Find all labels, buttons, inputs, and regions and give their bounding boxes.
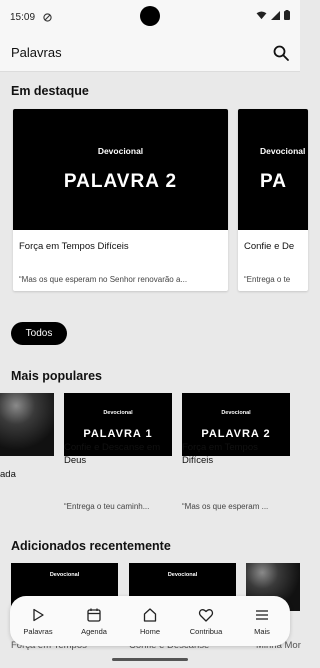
popular-section-title: Mais populares bbox=[11, 369, 102, 383]
home-icon bbox=[143, 607, 157, 622]
thumbnail-caption: Devocional bbox=[103, 409, 133, 416]
card-excerpt: “Mas os que esperam ... bbox=[182, 502, 269, 511]
thumbnail-caption: Devocional bbox=[49, 572, 80, 578]
card-title: Confie e Descanse em Deus bbox=[64, 442, 161, 466]
camera-cutout bbox=[140, 6, 160, 26]
popular-item[interactable]: ada bbox=[0, 393, 54, 523]
status-bar: 15:09 bbox=[0, 0, 300, 34]
status-time: 15:09 bbox=[10, 11, 36, 23]
card-excerpt: “Entrega o teu caminh... bbox=[64, 502, 150, 511]
nav-item-mais[interactable]: Mais bbox=[235, 607, 289, 636]
signal-icon bbox=[271, 10, 280, 20]
nav-label: Palavras bbox=[23, 626, 53, 636]
recent-section-title: Adicionados recentemente bbox=[11, 539, 171, 553]
thumbnail-headline: PALAVRA 1 bbox=[83, 427, 153, 440]
thumbnail-caption: Devocional bbox=[221, 409, 251, 416]
thumbnail-caption: Devocional bbox=[97, 146, 144, 156]
featured-thumbnail: Devocional PALAVRA 2 bbox=[13, 109, 228, 230]
menu-icon bbox=[256, 609, 268, 620]
featured-thumbnail: Devocional PA bbox=[238, 109, 308, 230]
filter-chip-todos[interactable]: Todos bbox=[11, 322, 67, 345]
nav-item-palavras[interactable]: Palavras bbox=[11, 607, 65, 636]
thumbnail-headline: PALAVRA 2 bbox=[201, 427, 271, 440]
featured-section-title: Em destaque bbox=[11, 84, 89, 98]
battery-icon bbox=[284, 10, 290, 20]
nav-item-home[interactable]: Home bbox=[123, 607, 177, 636]
nav-label: Mais bbox=[254, 626, 270, 636]
dnd-icon bbox=[43, 12, 52, 22]
nav-label: Home bbox=[139, 626, 160, 636]
app-bar: Palavras bbox=[0, 34, 300, 72]
home-indicator[interactable] bbox=[112, 658, 188, 661]
card-excerpt: “Mas os que esperam no Senhor renovarão … bbox=[19, 275, 188, 284]
card-title: Confie e De bbox=[244, 241, 295, 252]
play-icon bbox=[33, 608, 44, 621]
card-title: Força em Tempos Difíceis bbox=[19, 241, 129, 252]
card-title: Força em Tempos Difíceis bbox=[182, 442, 258, 466]
nav-item-agenda[interactable]: Agenda bbox=[67, 607, 121, 636]
featured-card[interactable]: Devocional PALAVRA 2 Força em Tempos Dif… bbox=[13, 109, 228, 291]
wifi-icon bbox=[256, 10, 267, 19]
calendar-icon bbox=[87, 608, 101, 622]
featured-card[interactable]: Devocional PA Confie e De “Entrega o te bbox=[238, 109, 308, 291]
thumbnail-caption: Devocional bbox=[167, 572, 198, 578]
nav-label: Contribua bbox=[189, 626, 223, 636]
search-icon[interactable] bbox=[272, 44, 290, 62]
thumbnail-headline: PALAVRA 2 bbox=[63, 171, 178, 192]
thumbnail-caption: Devocional bbox=[260, 146, 306, 156]
card-excerpt: “Entrega o te bbox=[244, 275, 291, 284]
bottom-navigation: Palavras Agenda Home Contribua Mais bbox=[10, 596, 290, 646]
page-title: Palavras bbox=[11, 45, 62, 60]
concert-image bbox=[0, 393, 54, 456]
nav-label: Agenda bbox=[81, 626, 107, 636]
card-title: ada bbox=[0, 469, 16, 480]
nav-item-contribua[interactable]: Contribua bbox=[179, 607, 233, 636]
heart-icon bbox=[198, 608, 214, 622]
thumbnail-headline: PA bbox=[260, 171, 287, 192]
